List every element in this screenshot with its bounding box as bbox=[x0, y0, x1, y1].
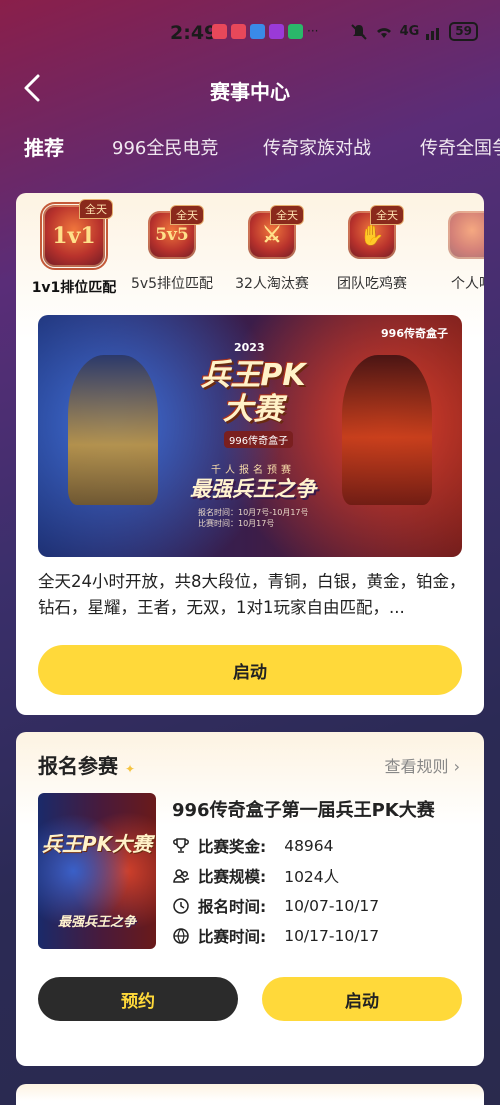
signup-time-label: 报名时间: bbox=[198, 898, 267, 916]
reserve-button[interactable]: 预约 bbox=[38, 977, 238, 1021]
mode-selector: 1v1 全天 1v1排位匹配 5v5 全天 5v5排位匹配 ⚔ 全天 32人淘汰… bbox=[16, 199, 484, 305]
event-banner[interactable]: 996传奇盒子 2023 兵王PK大赛 996传奇盒子 千人报名预赛 最强兵王之… bbox=[38, 315, 462, 557]
mode-icon-text: 1v1 bbox=[52, 223, 96, 249]
status-time: 2:49 bbox=[170, 22, 218, 44]
users-icon bbox=[173, 869, 190, 883]
info-match-time: 比赛时间: 10/17-10/17 bbox=[172, 924, 379, 948]
hero-right-image bbox=[342, 355, 432, 505]
wifi-icon bbox=[376, 27, 391, 38]
tab-recommend[interactable]: 推荐 bbox=[24, 132, 64, 161]
mode-32-knockout[interactable]: ⚔ 全天 32人淘汰赛 bbox=[222, 205, 322, 293]
launch-button[interactable]: 启动 bbox=[38, 645, 462, 695]
mode-label: 团队吃鸡赛 bbox=[337, 276, 407, 292]
all-day-badge: 全天 bbox=[370, 205, 404, 225]
banner-logo: 996传奇盒子 bbox=[381, 327, 448, 340]
prize-value: 48964 bbox=[284, 837, 334, 855]
5v5-icon: 5v5 全天 bbox=[148, 205, 204, 259]
poster-slogan: 最强兵王之争 bbox=[57, 915, 136, 930]
tab-family-battle[interactable]: 传奇家族对战 bbox=[263, 134, 371, 160]
crossed-swords-icon: ⚔ 全天 bbox=[248, 205, 304, 259]
game-mode-card: 1v1 全天 1v1排位匹配 5v5 全天 5v5排位匹配 ⚔ 全天 32人淘汰… bbox=[16, 193, 484, 715]
app-notification-icon bbox=[231, 24, 246, 39]
sparkle-icon: ✦ bbox=[124, 762, 136, 776]
mode-solo-battle-royale[interactable]: 个人吃 bbox=[422, 205, 484, 293]
mode-description: 全天24小时开放，共8大段位，青铜，白银，黄金，铂金，钻石，星耀，王者，无双，1… bbox=[38, 572, 466, 617]
status-indicators: 4G 59 bbox=[350, 22, 478, 41]
banner-dates: 报名时间：10月7号-10月17号 比赛时间：10月17号 bbox=[198, 507, 318, 529]
shield-notification-icon bbox=[288, 24, 303, 39]
notification-icons: ··· bbox=[212, 24, 318, 39]
banner-subtitle: 996传奇盒子 bbox=[224, 431, 294, 448]
info-signup-time: 报名时间: 10/07-10/17 bbox=[172, 894, 379, 918]
solo-mode-icon bbox=[448, 211, 484, 259]
globe-icon bbox=[173, 928, 189, 944]
mode-label: 1v1排位匹配 bbox=[31, 280, 117, 296]
signup-time-value: 10/07-10/17 bbox=[284, 897, 380, 915]
mode-label: 32人淘汰赛 bbox=[235, 276, 309, 292]
status-bar: 2:49 ··· 4G 59 bbox=[0, 0, 500, 62]
app-notification-icon bbox=[269, 24, 284, 39]
all-day-badge: 全天 bbox=[79, 199, 113, 219]
signal-icon bbox=[426, 27, 440, 40]
clock-icon bbox=[173, 898, 189, 914]
info-scale: 比赛规模: 1024人 bbox=[172, 864, 339, 888]
handshake-icon: ✋ 全天 bbox=[348, 205, 404, 259]
rules-link-label: 查看规则 bbox=[384, 757, 449, 776]
event-poster[interactable]: 兵王PK大赛 最强兵王之争 bbox=[38, 793, 156, 949]
prize-label: 比赛奖金: bbox=[198, 838, 267, 856]
mode-icon-text: 5v5 bbox=[155, 225, 189, 245]
scale-value: 1024人 bbox=[284, 868, 340, 886]
all-day-badge: 全天 bbox=[270, 205, 304, 225]
network-type: 4G bbox=[399, 24, 420, 39]
chevron-right-icon: › bbox=[453, 757, 460, 776]
nav-bar: 赛事中心 bbox=[0, 62, 500, 112]
banner-match-time: 比赛时间：10月17号 bbox=[198, 519, 275, 528]
hero-left-image bbox=[68, 355, 158, 505]
battery-indicator: 59 bbox=[449, 22, 478, 41]
all-day-badge: 全天 bbox=[170, 205, 204, 225]
view-rules-link[interactable]: 查看规则 › bbox=[384, 753, 460, 777]
mode-icon-text: ⚔ bbox=[262, 222, 282, 248]
mode-1v1[interactable]: 1v1 全天 1v1排位匹配 bbox=[24, 199, 124, 297]
banner-year: 2023 bbox=[234, 341, 265, 354]
section-title: 报名参赛 ✦ bbox=[38, 750, 135, 779]
mode-label: 个人吃 bbox=[451, 276, 484, 292]
next-card bbox=[16, 1084, 484, 1105]
tab-national[interactable]: 传奇全国争 bbox=[420, 134, 500, 160]
page-title: 赛事中心 bbox=[210, 80, 290, 104]
app-notification-icon bbox=[212, 24, 227, 39]
banner-signup-time: 报名时间：10月7号-10月17号 bbox=[198, 508, 309, 517]
signup-card: 报名参赛 ✦ 查看规则 › 兵王PK大赛 最强兵王之争 996传奇盒子第一届兵王… bbox=[16, 732, 484, 1066]
banner-title: 兵王PK大赛 bbox=[200, 358, 306, 427]
1v1-icon: 1v1 全天 bbox=[40, 199, 113, 270]
event-name: 996传奇盒子第一届兵王PK大赛 bbox=[172, 800, 435, 821]
event-launch-button[interactable]: 启动 bbox=[262, 977, 462, 1021]
banner-slogan: 最强兵王之争 bbox=[190, 477, 316, 501]
chat-notification-icon bbox=[250, 24, 265, 39]
mode-label: 5v5排位匹配 bbox=[130, 276, 214, 292]
poster-title: 兵王PK大赛 bbox=[41, 832, 153, 856]
category-tabs: 推荐 996全民电竞 传奇家族对战 传奇全国争 bbox=[0, 126, 500, 170]
mode-team-battle-royale[interactable]: ✋ 全天 团队吃鸡赛 bbox=[322, 205, 422, 293]
scale-label: 比赛规模: bbox=[198, 868, 267, 886]
mode-5v5[interactable]: 5v5 全天 5v5排位匹配 bbox=[122, 205, 222, 293]
signup-title: 报名参赛 bbox=[38, 754, 118, 778]
match-time-label: 比赛时间: bbox=[198, 928, 267, 946]
more-notifications-icon: ··· bbox=[307, 24, 319, 38]
tab-996-esports[interactable]: 996全民电竞 bbox=[112, 134, 218, 160]
mode-icon-text: ✋ bbox=[359, 223, 385, 247]
info-prize: 比赛奖金: 48964 bbox=[172, 834, 334, 858]
mute-icon bbox=[350, 23, 367, 40]
match-time-value: 10/17-10/17 bbox=[284, 927, 380, 945]
trophy-icon bbox=[173, 838, 189, 853]
